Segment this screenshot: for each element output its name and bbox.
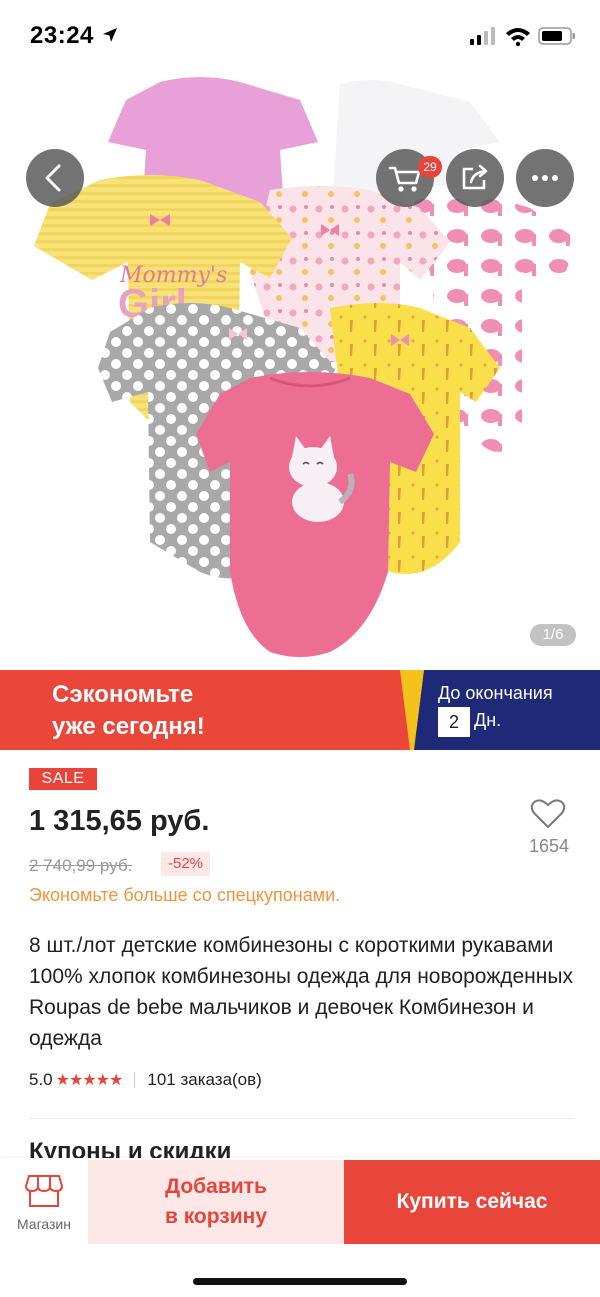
add-to-cart-label-line-1: Добавить [165,1175,267,1198]
product-price: 1 315,65 руб. [29,805,210,837]
discount-badge: -52% [161,852,211,876]
cart-count-badge: 29 [418,156,442,178]
location-arrow-icon [103,28,117,42]
sale-badge: SALE [29,768,97,790]
rating-divider [134,1072,136,1088]
rating-stars-icon: ★★★★★ [55,1072,124,1089]
store-icon [25,1175,63,1207]
coupon-note-link[interactable]: Экономьте больше со спецкупонами. [29,885,340,906]
add-to-cart-label-line-2: в корзину [164,1205,268,1228]
orders-count: 101 заказа(ов) [147,1070,262,1089]
back-button[interactable] [26,149,84,207]
section-divider [29,1118,574,1119]
promo-until-label: До окончания [438,683,553,703]
promo-days-unit: Дн. [474,710,502,730]
rating-row[interactable]: 5.0 ★★★★★ 101 заказа(ов) [29,1068,262,1092]
signal-icon [470,27,495,45]
rating-value: 5.0 [29,1070,53,1089]
wishlist-count: 1654 [528,836,570,856]
promo-banner[interactable]: Сэкономьте уже сегодня! До окончания [0,670,600,750]
buy-now-button[interactable]: Купить сейчас [344,1160,600,1244]
promo-headline: Сэкономьте уже сегодня! [52,679,205,743]
back-arrow-icon [45,164,61,192]
store-label: Магазин [16,1216,71,1232]
promo-headline-line-1: Сэкономьте [52,681,194,708]
home-indicator[interactable] [193,1278,407,1285]
promo-headline-line-2: уже сегодня! [52,713,205,740]
battery-icon [538,27,575,45]
heart-icon[interactable] [530,798,566,830]
product-image-gallery[interactable]: Mommy's Girl 29 1/6 [0,72,600,670]
bottom-action-bar: Магазин Добавить в корзину Купить сейчас [0,1158,600,1297]
share-icon [462,164,488,190]
old-price: 2 740,99 руб. [29,856,133,875]
status-time: 23:24 [30,22,94,49]
more-button[interactable] [516,149,574,207]
image-page-indicator: 1/6 [530,624,576,646]
share-button[interactable] [446,149,504,207]
store-button[interactable]: Магазин [0,1158,88,1246]
more-icon [532,175,558,181]
promo-days-value: 2 [438,707,470,737]
status-bar: 23:24 [0,0,600,72]
add-to-cart-button[interactable]: Добавить в корзину [88,1160,344,1244]
wifi-icon [506,28,530,46]
product-title: 8 шт./лот детские комбинезоны с коротким… [29,934,573,1050]
product-image: Mommy's Girl [34,77,578,657]
